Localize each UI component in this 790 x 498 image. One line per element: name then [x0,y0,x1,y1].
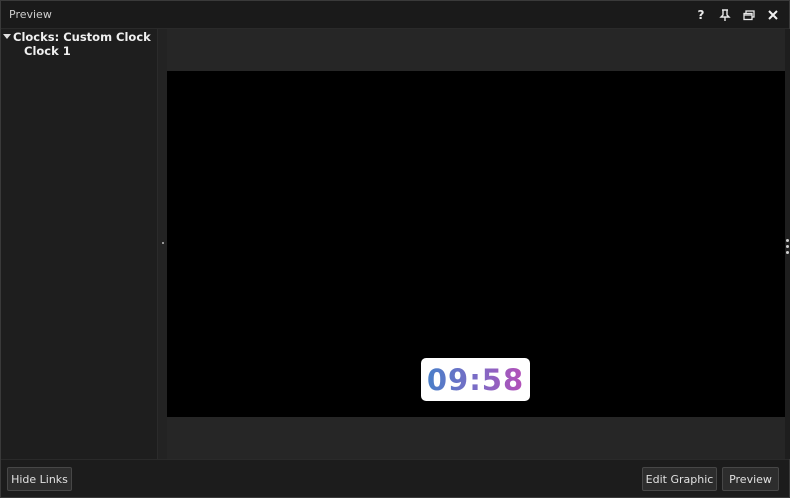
pin-icon[interactable] [717,6,733,24]
tree-item-label: Clocks: Custom Clock [13,30,151,44]
close-icon[interactable] [765,6,781,24]
caret-down-icon[interactable] [1,31,13,43]
hide-links-button[interactable]: Hide Links [7,467,72,491]
tree-item-clock-1[interactable]: Clock 1 [24,44,71,58]
restore-icon[interactable] [741,6,757,24]
help-label: ? [697,8,705,22]
window-title: Preview [9,8,52,21]
preview-window: Preview ? Clocks: Custom Clock Clock 1 0… [0,0,790,498]
footer-bar: Hide Links Edit Graphic Preview [1,459,789,497]
preview-canvas: 09:58 [167,71,785,417]
right-resize-handle[interactable] [785,29,790,459]
edit-graphic-button[interactable]: Edit Graphic [642,467,717,491]
link-tree: Clocks: Custom Clock Clock 1 [1,29,157,459]
title-bar[interactable]: Preview ? [1,1,789,29]
tree-item-custom-clock[interactable]: Clocks: Custom Clock [1,30,151,44]
title-controls: ? [693,5,781,25]
clock-graphic: 09:58 [421,358,530,401]
clock-time: 09:58 [426,362,525,397]
grip-dots-icon [786,239,789,257]
help-icon[interactable]: ? [693,6,709,24]
preview-area: 09:58 [167,29,785,459]
preview-button[interactable]: Preview [722,467,779,491]
splitter-grip-icon [162,242,164,244]
panel-splitter[interactable] [157,29,167,459]
